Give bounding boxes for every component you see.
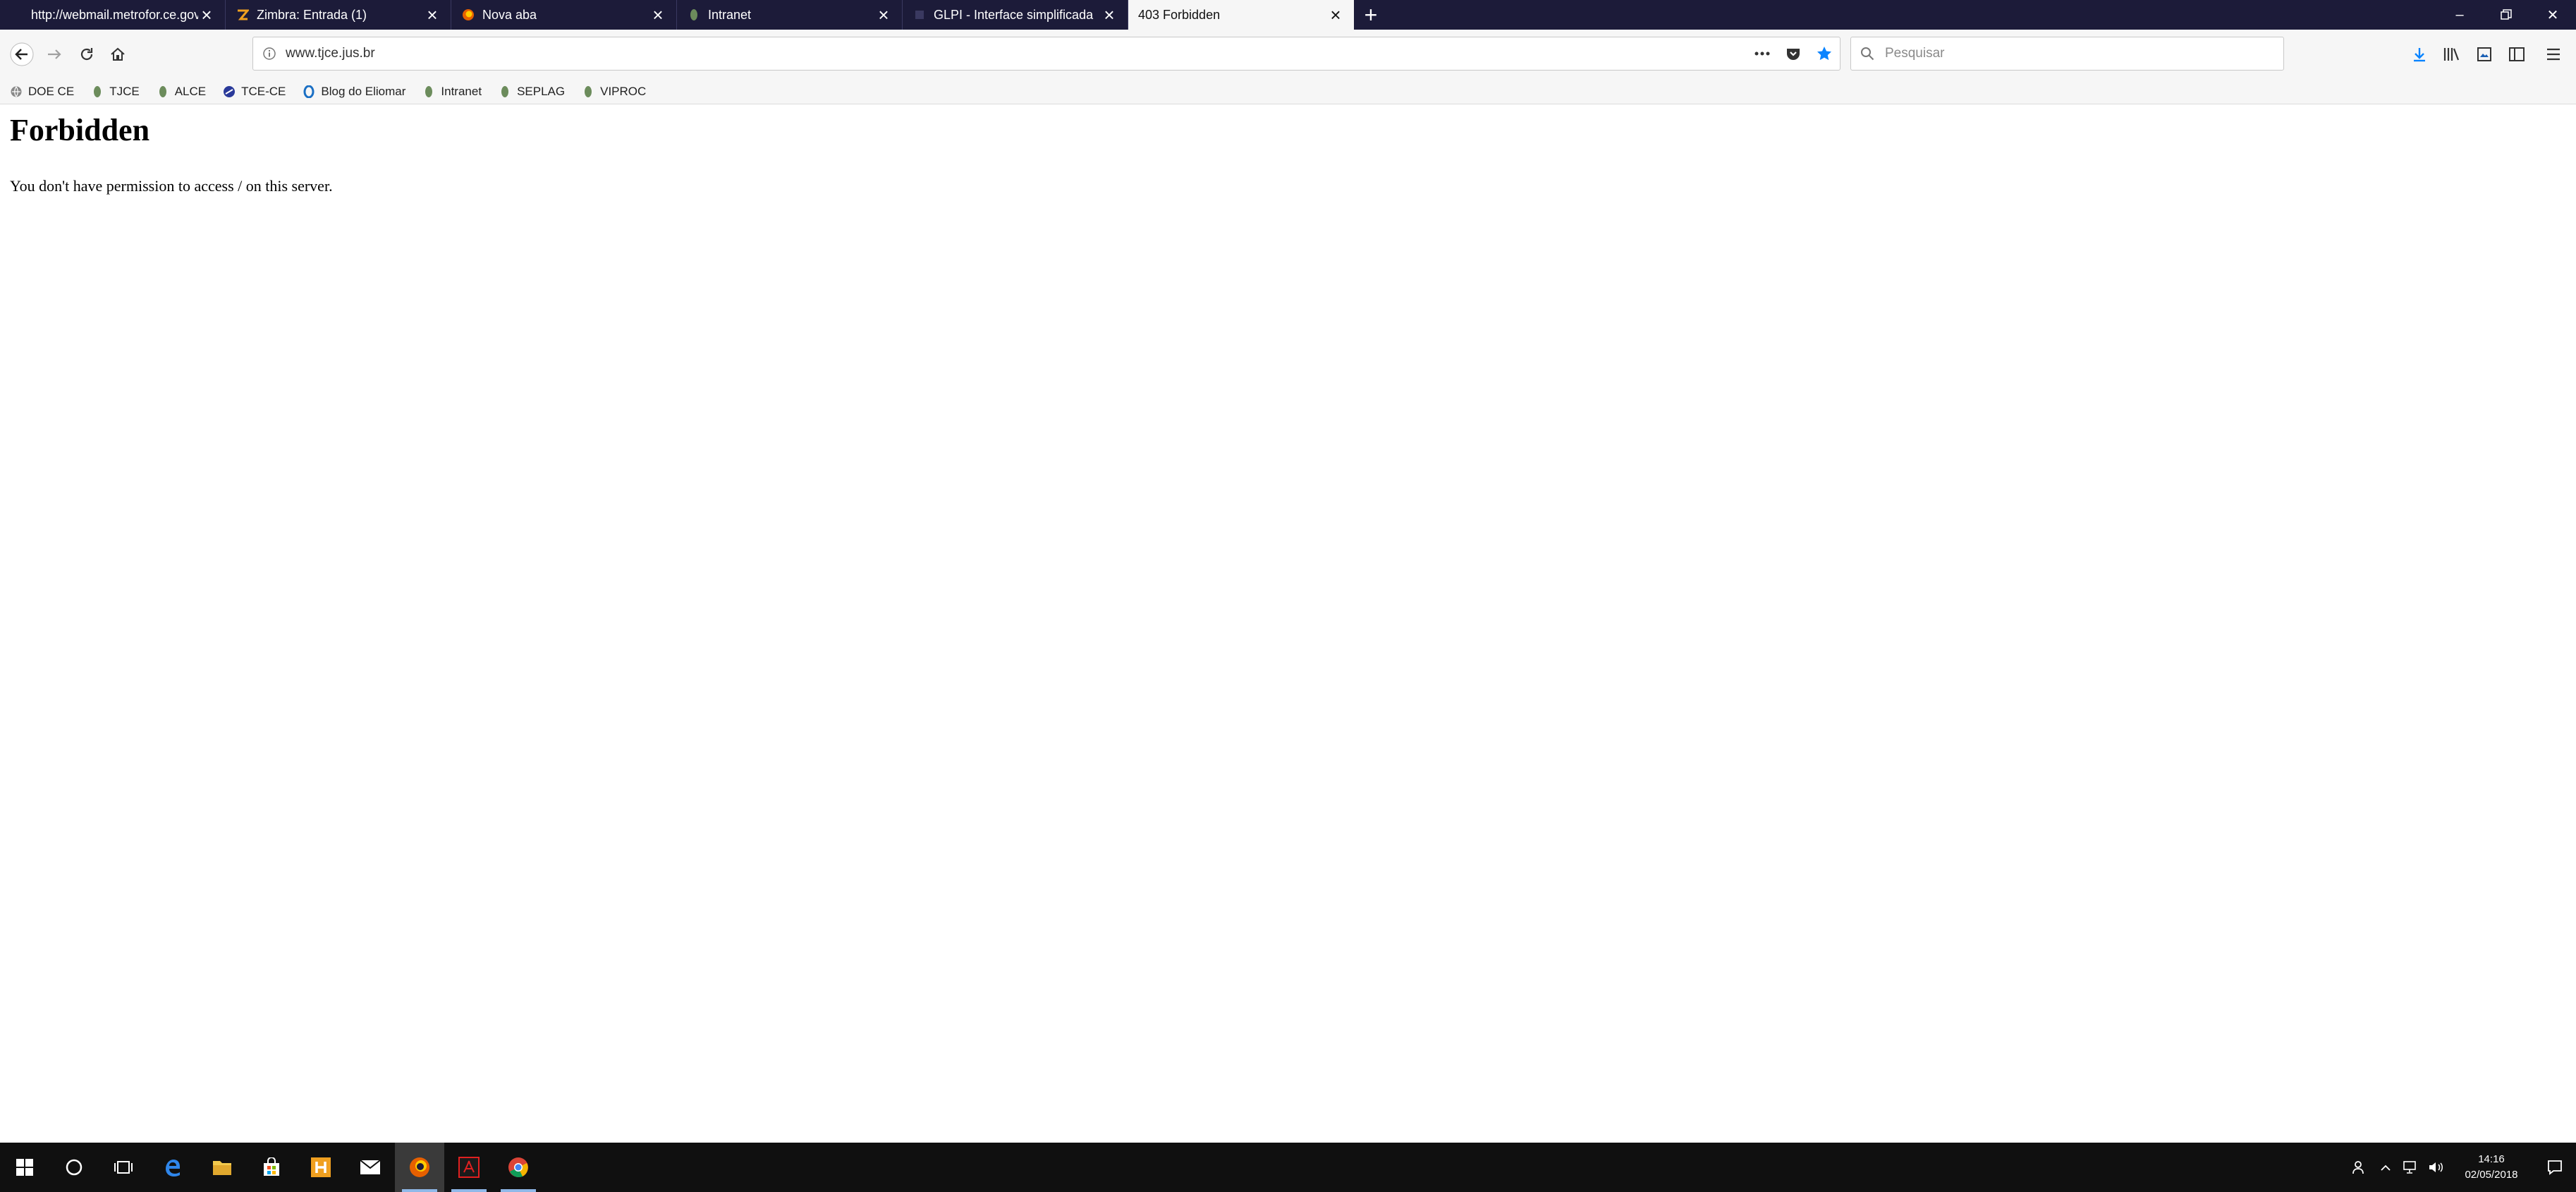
- close-icon[interactable]: ×: [1327, 6, 1344, 24]
- info-icon[interactable]: [253, 47, 286, 61]
- bookmark-label: ALCE: [174, 84, 207, 98]
- restore-icon[interactable]: [2483, 0, 2529, 30]
- leaf-icon: [157, 85, 169, 98]
- close-icon[interactable]: ×: [424, 6, 441, 24]
- cortana-icon[interactable]: [49, 1143, 99, 1192]
- bookmark-doe-ce[interactable]: DOE CE: [10, 85, 74, 99]
- bookmark-blog-do-eliomar[interactable]: Blog do Eliomar: [303, 85, 405, 99]
- firefox-icon: [461, 8, 475, 22]
- back-button[interactable]: [6, 38, 38, 71]
- new-tab-button[interactable]: +: [1354, 0, 1388, 30]
- page-actions-icon[interactable]: [1747, 51, 1778, 56]
- tab-intranet[interactable]: Intranet ×: [677, 0, 903, 30]
- volume-icon[interactable]: [2424, 1143, 2449, 1192]
- tab-zimbra[interactable]: Zimbra: Entrada (1) ×: [226, 0, 451, 30]
- clock-time: 14:16: [2478, 1153, 2505, 1165]
- search-bar[interactable]: [1850, 37, 2284, 71]
- clock-date: 02/05/2018: [2465, 1169, 2518, 1181]
- tab-title: GLPI - Interface simplificada: [934, 7, 1094, 22]
- tab-strip: http://webmail.metrofor.ce.gov.br × Zimb…: [0, 0, 2576, 30]
- navigation-toolbar: www.tjce.jus.br: [0, 30, 2576, 80]
- bookmark-label: TJCE: [109, 84, 140, 98]
- network-icon[interactable]: [2398, 1143, 2424, 1192]
- tce-icon: [223, 85, 236, 98]
- bookmark-tjce[interactable]: TJCE: [91, 85, 140, 99]
- mail-icon[interactable]: [346, 1143, 395, 1192]
- page-heading: Forbidden: [10, 113, 150, 147]
- home-button[interactable]: [102, 38, 134, 71]
- leaf-icon: [499, 85, 511, 98]
- chevron-up-icon[interactable]: [2373, 1143, 2398, 1192]
- app-h-icon[interactable]: [296, 1143, 346, 1192]
- close-icon[interactable]: ×: [649, 6, 666, 24]
- window-controls: – ✕: [2436, 0, 2576, 30]
- close-icon[interactable]: ×: [1101, 6, 1118, 24]
- screenshot-extension-icon[interactable]: [2468, 38, 2501, 71]
- url-bar[interactable]: www.tjce.jus.br: [252, 37, 1841, 71]
- leaf-icon: [422, 85, 435, 98]
- pocket-icon[interactable]: [1778, 46, 1809, 61]
- globe-icon: [10, 85, 23, 98]
- chrome-icon[interactable]: [494, 1143, 543, 1192]
- bookmark-viproc[interactable]: VIPROC: [582, 85, 646, 99]
- tab-nova-aba[interactable]: Nova aba ×: [451, 0, 677, 30]
- bookmark-star-icon[interactable]: [1809, 45, 1840, 62]
- windows-taskbar: 14:16 02/05/2018: [0, 1143, 2576, 1192]
- tab-title: 403 Forbidden: [1138, 7, 1221, 22]
- sidebar-toggle-button[interactable]: [2501, 38, 2533, 71]
- task-view-icon[interactable]: [99, 1143, 148, 1192]
- people-icon[interactable]: [2348, 1143, 2373, 1192]
- file-explorer-icon[interactable]: [197, 1143, 247, 1192]
- bookmark-label: VIPROC: [600, 84, 647, 98]
- error-message: You don't have permission to access / on…: [10, 177, 333, 195]
- intranet-icon: [687, 8, 701, 22]
- library-button[interactable]: [2436, 38, 2468, 71]
- bookmark-alce[interactable]: ALCE: [157, 85, 206, 99]
- edge-icon[interactable]: [148, 1143, 197, 1192]
- close-icon[interactable]: ×: [198, 6, 215, 24]
- minimize-icon[interactable]: –: [2436, 0, 2483, 30]
- tab-glpi[interactable]: GLPI - Interface simplificada ×: [903, 0, 1128, 30]
- page-content: Forbidden You don't have permission to a…: [0, 105, 2576, 1143]
- tab-title: Intranet: [708, 7, 752, 22]
- clock[interactable]: 14:16 02/05/2018: [2449, 1152, 2534, 1183]
- notifications-icon[interactable]: [2534, 1143, 2576, 1192]
- bookmarks-toolbar: DOE CE TJCE ALCE TCE-CE Blog do Eliomar …: [0, 79, 2576, 104]
- bookmark-seplag[interactable]: SEPLAG: [499, 85, 565, 99]
- menu-hamburger-icon[interactable]: [2537, 38, 2570, 71]
- tab-403-forbidden[interactable]: 403 Forbidden ×: [1128, 0, 1354, 30]
- forward-button[interactable]: [38, 38, 71, 71]
- close-icon[interactable]: ×: [875, 6, 892, 24]
- tab-title: http://webmail.metrofor.ce.gov.br: [31, 7, 198, 22]
- reload-button[interactable]: [71, 38, 103, 71]
- blog-icon: [303, 85, 315, 98]
- bookmark-label: DOE CE: [28, 84, 75, 98]
- system-tray: 14:16 02/05/2018: [2348, 1143, 2576, 1192]
- downloads-button[interactable]: [2403, 38, 2436, 71]
- store-icon[interactable]: [247, 1143, 296, 1192]
- acrobat-icon[interactable]: [444, 1143, 494, 1192]
- bookmark-intranet[interactable]: Intranet: [422, 85, 482, 99]
- bookmark-label: Blog do Eliomar: [321, 84, 406, 98]
- url-text[interactable]: www.tjce.jus.br: [286, 46, 1747, 61]
- bookmark-label: Intranet: [441, 84, 482, 98]
- search-icon: [1851, 47, 1884, 61]
- firefox-taskbar-icon[interactable]: [395, 1143, 444, 1192]
- start-button[interactable]: [0, 1143, 49, 1192]
- tab-title: Zimbra: Entrada (1): [257, 7, 367, 22]
- zimbra-icon: [236, 8, 250, 22]
- glpi-icon: [912, 8, 927, 22]
- page-icon: [10, 8, 24, 22]
- bookmark-label: SEPLAG: [517, 84, 566, 98]
- tab-title: Nova aba: [482, 7, 537, 22]
- leaf-icon: [91, 85, 104, 98]
- bookmark-label: TCE-CE: [241, 84, 286, 98]
- close-window-icon[interactable]: ✕: [2529, 0, 2576, 30]
- bookmark-tce-ce[interactable]: TCE-CE: [223, 85, 286, 99]
- leaf-icon: [582, 85, 594, 98]
- tab-webmail[interactable]: http://webmail.metrofor.ce.gov.br ×: [0, 0, 226, 30]
- search-input[interactable]: [1884, 45, 2283, 62]
